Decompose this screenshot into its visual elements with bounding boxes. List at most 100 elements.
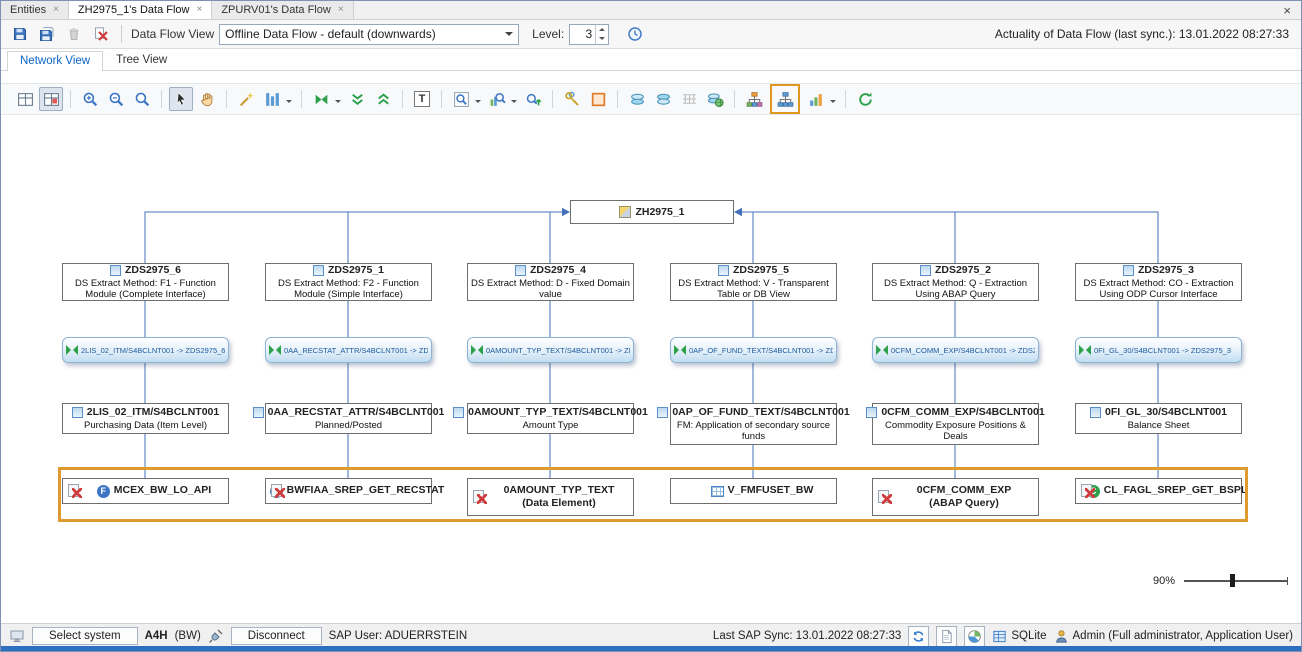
- tab-tree-view[interactable]: Tree View: [103, 50, 180, 70]
- pointer-tool-button[interactable]: [169, 87, 193, 111]
- magic-layout-button[interactable]: [234, 87, 258, 111]
- extractor-node[interactable]: CL_FAGL_SREP_GET_BSPL: [1075, 478, 1242, 504]
- chart-view-button[interactable]: [804, 87, 828, 111]
- extractor-node[interactable]: MCEX_BW_LO_API: [62, 478, 229, 504]
- source-datasource-node[interactable]: 0CFM_COMM_EXP/S4BCLNT001 Commodity Expos…: [872, 403, 1039, 445]
- close-icon[interactable]: [338, 5, 344, 15]
- zoom-in-button[interactable]: [78, 87, 102, 111]
- grid-toggle-button-disabled[interactable]: [677, 87, 701, 111]
- datasource-node[interactable]: ZDS2975_6 DS Extract Method: F1 - Functi…: [62, 263, 229, 301]
- overview-window-button[interactable]: [39, 87, 63, 111]
- layout-direction-button[interactable]: [260, 87, 284, 111]
- text-labels-button[interactable]: [410, 87, 434, 111]
- zoom-selection-button[interactable]: [449, 87, 473, 111]
- infocube-node[interactable]: ZH2975_1: [570, 200, 734, 224]
- close-icon[interactable]: [196, 5, 202, 15]
- delete-data-flow-button[interactable]: [90, 23, 112, 45]
- extractor-node[interactable]: 0AMOUNT_TYP_TEXT(Data Element): [467, 478, 634, 516]
- chevron-down-icon[interactable]: [475, 100, 481, 106]
- datasource-node[interactable]: ZDS2975_2 DS Extract Method: Q - Extract…: [872, 263, 1039, 301]
- layers-globe-button[interactable]: [703, 87, 727, 111]
- stepper-down-button[interactable]: [596, 34, 608, 44]
- keys-button[interactable]: [560, 87, 584, 111]
- zoom-parent-button[interactable]: [521, 87, 545, 111]
- send-back-button[interactable]: [651, 87, 675, 111]
- collapse-all-button[interactable]: [345, 87, 369, 111]
- datasource-node[interactable]: ZDS2975_1 DS Extract Method: F2 - Functi…: [265, 263, 432, 301]
- chevron-down-icon[interactable]: [286, 100, 292, 106]
- refresh-button[interactable]: [853, 87, 877, 111]
- source-datasource-node[interactable]: 0FI_GL_30/S4BCLNT001 Balance Sheet: [1075, 403, 1242, 434]
- zoom-normal-button[interactable]: [130, 87, 154, 111]
- database-status[interactable]: SQLite: [992, 629, 1046, 644]
- hierarchy-colored-icon: [746, 91, 763, 108]
- transformation-node[interactable]: 0CFM_COMM_EXP/S4BCLNT001 -> ZDS2975_2: [872, 337, 1039, 363]
- chevron-down-icon[interactable]: [335, 100, 341, 106]
- datasource-node[interactable]: ZDS2975_4 DS Extract Method: D - Fixed D…: [467, 263, 634, 301]
- pan-tool-button[interactable]: [195, 87, 219, 111]
- transformation-node[interactable]: 0FI_GL_30/S4BCLNT001 -> ZDS2975_3: [1075, 337, 1242, 363]
- sync-timer-button[interactable]: [624, 23, 646, 45]
- log-button[interactable]: [936, 626, 957, 647]
- chevron-down-icon[interactable]: [511, 100, 517, 106]
- zoom-chart-button[interactable]: [485, 87, 509, 111]
- transformation-node[interactable]: 2LIS_02_ITM/S4BCLNT001 -> ZDS2975_6: [62, 337, 229, 363]
- pan-window-button[interactable]: [13, 87, 37, 111]
- transformation-label: 2LIS_02_ITM/S4BCLNT001 -> ZDS2975_6: [81, 346, 225, 355]
- transformation-filter-button[interactable]: [309, 87, 333, 111]
- tab-zh2975-data-flow[interactable]: ZH2975_1's Data Flow: [69, 1, 212, 19]
- slider-track[interactable]: [1184, 580, 1288, 582]
- extractor-node[interactable]: V_FMFUSET_BW: [670, 478, 837, 504]
- select-system-button[interactable]: Select system: [32, 627, 138, 645]
- transformation-icon: [313, 91, 330, 108]
- transformation-node[interactable]: 0AA_RECSTAT_ATTR/S4BCLNT001 -> ZDS2975_1: [265, 337, 432, 363]
- sync-button[interactable]: [908, 626, 929, 647]
- tab-entities[interactable]: Entities: [1, 1, 69, 19]
- datasource-node[interactable]: ZDS2975_3 DS Extract Method: CO - Extrac…: [1075, 263, 1242, 301]
- data-flow-view-combobox[interactable]: Offline Data Flow - default (downwards): [219, 24, 519, 45]
- network-hierarchy-button[interactable]: [773, 87, 797, 111]
- bring-front-button[interactable]: [625, 87, 649, 111]
- transformation-node[interactable]: 0AP_OF_FUND_TEXT/S4BCLNT001 -> ZDS2975_5: [670, 337, 837, 363]
- extractor-node[interactable]: 0CFM_COMM_EXP(ABAP Query): [872, 478, 1039, 516]
- tab-network-view[interactable]: Network View: [7, 51, 103, 71]
- disconnect-button[interactable]: Disconnect: [231, 627, 322, 645]
- datasource-icon: [920, 265, 931, 276]
- zoom-out-button[interactable]: [104, 87, 128, 111]
- close-icon[interactable]: [53, 5, 59, 15]
- level-stepper[interactable]: 3: [569, 24, 609, 45]
- close-all-icon[interactable]: [1273, 1, 1301, 19]
- delete-button-disabled[interactable]: [63, 23, 85, 45]
- source-datasource-node[interactable]: 2LIS_02_ITM/S4BCLNT001 Purchasing Data (…: [62, 403, 229, 434]
- chevron-down-icon[interactable]: [830, 100, 836, 106]
- source-datasource-node[interactable]: 0AMOUNT_TYP_TEXT/S4BCLNT001 Amount Type: [467, 403, 634, 434]
- expand-all-button[interactable]: [371, 87, 395, 111]
- function-module-icon: [97, 485, 110, 498]
- save-all-button[interactable]: [36, 23, 58, 45]
- separator: [301, 90, 302, 108]
- scheduler-button[interactable]: [964, 626, 985, 647]
- hierarchy-view-button[interactable]: [742, 87, 766, 111]
- save-button[interactable]: [9, 23, 31, 45]
- source-datasource-node[interactable]: 0AP_OF_FUND_TEXT/S4BCLNT001 FM: Applicat…: [670, 403, 837, 445]
- overview-window-icon: [43, 91, 60, 108]
- extractor-subtitle: (ABAP Query): [929, 497, 999, 510]
- source-datasource-node[interactable]: 0AA_RECSTAT_ATTR/S4BCLNT001 Planned/Post…: [265, 403, 432, 434]
- datasource-node[interactable]: ZDS2975_5 DS Extract Method: V - Transpa…: [670, 263, 837, 301]
- refresh-icon: [857, 91, 874, 108]
- zoom-slider[interactable]: [1184, 573, 1288, 588]
- pan-window-icon: [17, 91, 34, 108]
- stepper-up-button[interactable]: [596, 25, 608, 35]
- transformation-node[interactable]: 0AMOUNT_TYP_TEXT/S4BCLNT001 -> ZDS2975_4: [467, 337, 634, 363]
- extractor-subtitle: (Data Element): [522, 497, 596, 510]
- status-bar-right: Last SAP Sync: 13.01.2022 08:27:33 SQLit…: [713, 626, 1293, 647]
- tab-zpurv01-data-flow[interactable]: ZPURV01's Data Flow: [212, 1, 353, 19]
- user-status[interactable]: Admin (Full administrator, Application U…: [1054, 629, 1294, 644]
- slider-handle[interactable]: [1230, 574, 1235, 587]
- connector-lines: [1, 115, 1301, 623]
- extractor-node[interactable]: BWFIAA_SREP_GET_RECSTAT: [265, 478, 432, 504]
- extractor-title: BWFIAA_SREP_GET_RECSTAT: [287, 484, 445, 497]
- legend-button[interactable]: [586, 87, 610, 111]
- network-canvas[interactable]: ZH2975_1 ZDS2975_6 DS Extract Method: F1…: [1, 115, 1301, 623]
- extractor-title: V_FMFUSET_BW: [728, 484, 814, 497]
